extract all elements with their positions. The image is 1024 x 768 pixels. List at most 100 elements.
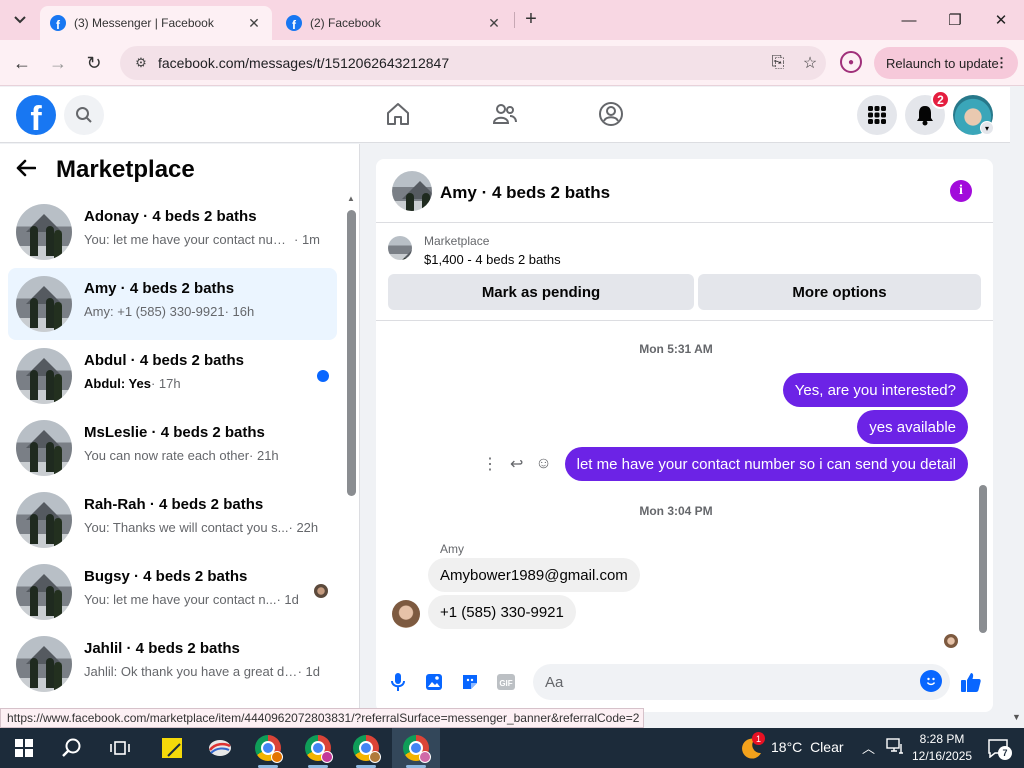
listing-thumbnail bbox=[16, 276, 72, 332]
sticky-notes-icon[interactable] bbox=[156, 732, 188, 764]
new-tab-icon[interactable]: + bbox=[520, 8, 542, 30]
notification-center-icon[interactable]: 7 bbox=[982, 732, 1014, 764]
tab-search-chevron-icon[interactable] bbox=[6, 6, 34, 34]
conversation-info-icon[interactable]: i bbox=[950, 180, 972, 202]
banner-source: Marketplace bbox=[424, 234, 490, 248]
account-chevron-icon[interactable]: ▾ bbox=[980, 121, 994, 135]
outgoing-message[interactable]: yes available bbox=[857, 410, 968, 444]
mark-as-pending-button[interactable]: Mark as pending bbox=[388, 274, 694, 310]
tab-facebook[interactable]: f (2) Facebook ✕ bbox=[276, 6, 512, 40]
install-app-icon[interactable]: ⎘ bbox=[762, 54, 794, 72]
tab-title: (2) Facebook bbox=[310, 16, 381, 30]
system-clock[interactable]: 8:28 PM 12/16/2025 bbox=[912, 731, 972, 765]
microphone-icon[interactable] bbox=[386, 670, 410, 694]
conversation-item[interactable]: MsLeslie · 4 beds 2 baths You can now ra… bbox=[8, 412, 337, 484]
network-icon[interactable] bbox=[886, 738, 904, 757]
react-emoji-icon[interactable]: ☺ bbox=[535, 455, 551, 473]
outgoing-message[interactable]: Yes, are you interested? bbox=[782, 373, 968, 407]
outgoing-message[interactable]: let me have your contact number so i can… bbox=[564, 447, 968, 481]
chrome-profile-icon[interactable] bbox=[350, 732, 382, 764]
message-composer: GIF bbox=[376, 657, 993, 712]
listing-thumbnail bbox=[16, 420, 72, 476]
conversation-preview: Amy: +1 (585) 330-9921 · 16h bbox=[84, 304, 320, 319]
conversation-item[interactable]: Bugsy · 4 beds 2 baths You: let me have … bbox=[8, 556, 337, 628]
chrome-icon bbox=[403, 735, 431, 763]
message-input[interactable] bbox=[533, 664, 950, 700]
tray-chevron-icon[interactable]: ︿ bbox=[862, 738, 875, 757]
banner-listing[interactable]: $1,400 - 4 beds 2 baths bbox=[424, 252, 561, 267]
preview-text: You: Thanks we will contact you s... bbox=[84, 520, 289, 535]
reload-icon[interactable]: ↻ bbox=[80, 49, 108, 77]
listing-thumbnail bbox=[16, 204, 72, 260]
more-options-button[interactable]: More options bbox=[698, 274, 981, 310]
chat-title[interactable]: Amy · 4 beds 2 baths bbox=[440, 183, 610, 203]
weather-text[interactable]: 18°C Clear bbox=[771, 739, 844, 755]
groups-icon[interactable] bbox=[596, 99, 626, 129]
menu-grid-icon[interactable] bbox=[857, 95, 897, 135]
conversation-preview: You can now rate each other · 21h bbox=[84, 448, 320, 463]
url-text[interactable]: facebook.com/messages/t/1512062643212847 bbox=[158, 55, 762, 71]
bookmark-star-icon[interactable]: ☆ bbox=[794, 53, 826, 73]
conversation-item[interactable]: Abdul · 4 beds 2 baths Abdul: Yes · 17h bbox=[8, 340, 337, 412]
conversation-item[interactable]: Adonay · 4 beds 2 baths You: let me have… bbox=[8, 196, 337, 268]
chat-avatar[interactable] bbox=[392, 171, 432, 211]
conversation-preview: Abdul: Yes · 17h bbox=[84, 376, 320, 391]
weather-moon-icon[interactable]: 1 bbox=[736, 732, 768, 764]
forward-arrow-icon[interactable]: → bbox=[44, 49, 72, 77]
chrome-profile-icon[interactable] bbox=[302, 732, 334, 764]
inbox-scrollbar[interactable] bbox=[347, 210, 356, 496]
emoji-icon[interactable] bbox=[920, 670, 942, 692]
app-icon[interactable] bbox=[204, 732, 236, 764]
sticker-icon[interactable] bbox=[458, 670, 482, 694]
gif-icon[interactable]: GIF bbox=[494, 670, 518, 694]
conversation-item[interactable]: Jahlil · 4 beds 2 baths Jahlil: Ok thank… bbox=[8, 628, 337, 700]
photo-icon[interactable] bbox=[422, 670, 446, 694]
site-settings-icon[interactable]: ⚙ bbox=[128, 55, 154, 71]
preview-time: · 1m bbox=[294, 232, 320, 247]
conversation-preview: Jahlil: Ok thank you have a great day · … bbox=[84, 664, 320, 679]
back-arrow-icon[interactable]: ← bbox=[8, 49, 36, 77]
close-window-icon[interactable]: ✕ bbox=[978, 0, 1024, 40]
listing-thumbnail[interactable] bbox=[388, 236, 412, 260]
home-icon[interactable] bbox=[383, 99, 413, 129]
chrome-profile-icon[interactable] bbox=[400, 732, 432, 764]
conversation-name: Jahlil · 4 beds 2 baths bbox=[84, 640, 240, 657]
search-icon[interactable] bbox=[56, 732, 88, 764]
page-scrollbar[interactable] bbox=[1010, 87, 1024, 708]
incoming-message[interactable]: Amybower1989@gmail.com bbox=[428, 558, 640, 592]
reply-icon[interactable]: ↩ bbox=[510, 454, 523, 474]
conversation-item-selected[interactable]: Amy · 4 beds 2 baths Amy: +1 (585) 330-9… bbox=[8, 268, 337, 340]
facebook-logo-icon[interactable]: f bbox=[16, 95, 56, 135]
back-arrow-icon[interactable] bbox=[16, 157, 46, 183]
preview-text: Jahlil: Ok thank you have a great day bbox=[84, 664, 298, 679]
incoming-message[interactable]: +1 (585) 330-9921 bbox=[428, 595, 576, 629]
chrome-profile-icon[interactable] bbox=[252, 732, 284, 764]
tab-messenger[interactable]: f (3) Messenger | Facebook ✕ bbox=[40, 6, 272, 40]
preview-time: · 1d bbox=[276, 592, 299, 607]
scroll-down-arrow-icon[interactable]: ▼ bbox=[1012, 712, 1021, 722]
relaunch-button[interactable]: Relaunch to update ⋮ bbox=[874, 47, 1018, 79]
sender-avatar[interactable] bbox=[392, 600, 420, 628]
search-icon[interactable] bbox=[64, 95, 104, 135]
tab-close-icon[interactable]: ✕ bbox=[246, 15, 262, 32]
like-thumbs-up-icon[interactable] bbox=[959, 670, 983, 694]
restore-icon[interactable]: ❐ bbox=[932, 0, 978, 40]
windows-start-icon[interactable] bbox=[8, 732, 40, 764]
chat-header: Amy · 4 beds 2 baths i bbox=[376, 159, 993, 223]
listing-thumbnail bbox=[16, 492, 72, 548]
conversation-item[interactable] bbox=[8, 700, 337, 708]
minimize-icon[interactable]: — bbox=[886, 0, 932, 40]
thread-scrollbar[interactable] bbox=[979, 485, 987, 633]
conversation-name: Adonay · 4 beds 2 baths bbox=[84, 208, 257, 225]
tab-close-icon[interactable]: ✕ bbox=[486, 15, 502, 32]
conversation-item[interactable]: Rah-Rah · 4 beds 2 baths You: Thanks we … bbox=[8, 484, 337, 556]
friends-icon[interactable] bbox=[490, 99, 520, 129]
omnibox[interactable]: ⚙ facebook.com/messages/t/15120626432128… bbox=[120, 46, 826, 80]
message-thread: Mon 5:31 AM Yes, are you interested? yes… bbox=[376, 321, 993, 657]
address-toolbar: ← → ↻ ⚙ facebook.com/messages/t/15120626… bbox=[0, 40, 1024, 86]
scroll-up-arrow-icon[interactable]: ▲ bbox=[347, 194, 355, 203]
more-actions-icon[interactable]: ⋮ bbox=[482, 454, 498, 474]
browser-menu-icon[interactable]: ⋮ bbox=[995, 55, 1008, 71]
browser-profile-icon[interactable]: ● bbox=[840, 51, 862, 73]
task-view-icon[interactable] bbox=[104, 732, 136, 764]
